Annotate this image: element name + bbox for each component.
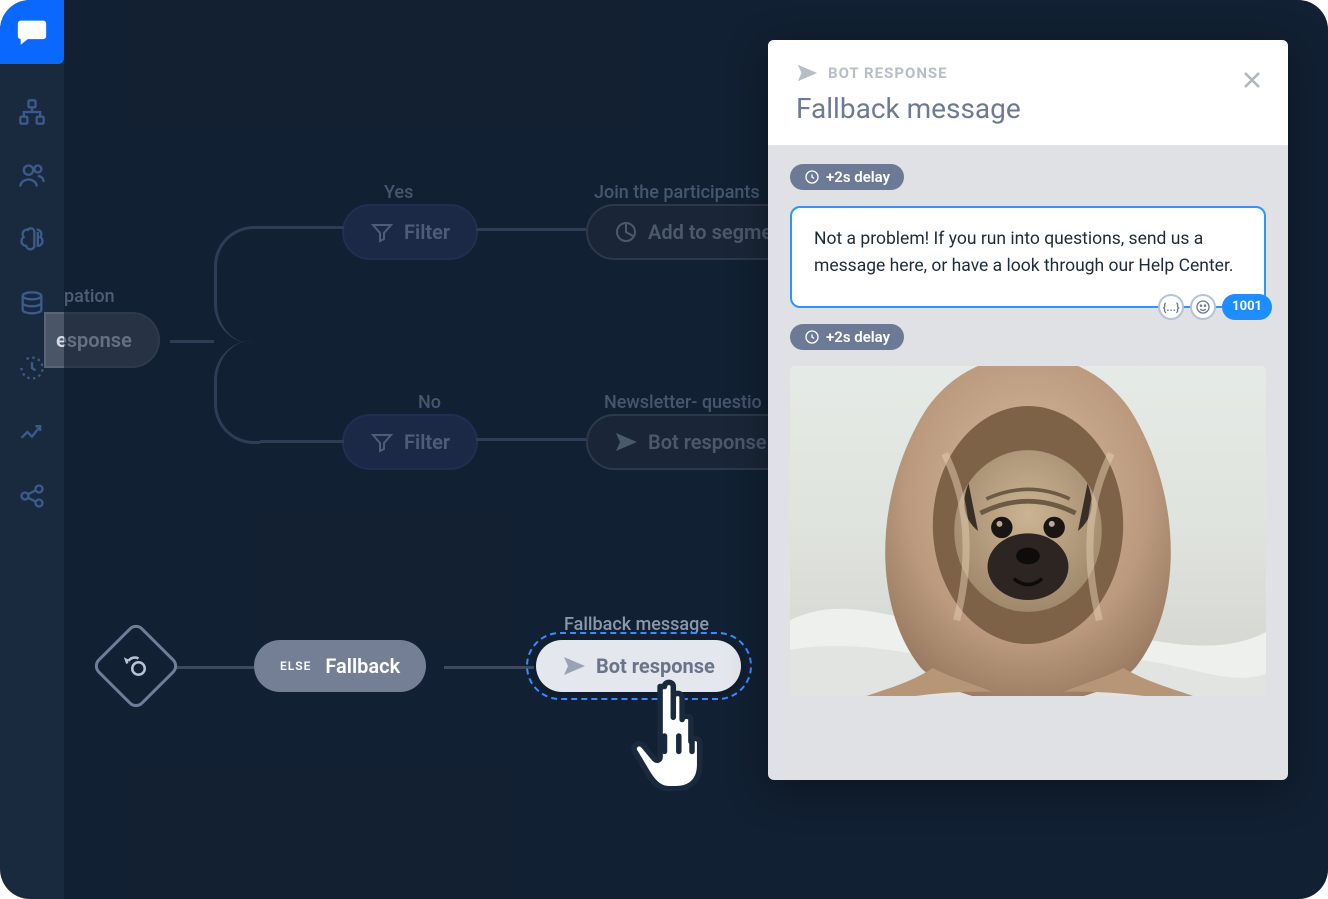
app-frame: pation esponse Yes Filter Join the parti… (0, 0, 1328, 899)
integrations-icon[interactable] (16, 480, 48, 512)
close-button[interactable] (1240, 68, 1268, 96)
message-tools: {...} 1001 (1158, 294, 1272, 320)
analytics-icon[interactable] (16, 416, 48, 448)
image-response[interactable] (790, 366, 1266, 696)
selected-label: Bot response (596, 654, 715, 678)
fallback-start-icon (121, 651, 151, 681)
fallback-node[interactable]: ELSE Fallback (254, 640, 426, 692)
message-text: Not a problem! If you run into questions… (814, 229, 1233, 276)
panel-kicker: BOT RESPONSE (796, 62, 1260, 84)
panel-body: +2s delay Not a problem! If you run into… (768, 146, 1288, 714)
else-tag: ELSE (280, 659, 311, 673)
database-icon[interactable] (16, 288, 48, 320)
send-icon (562, 654, 586, 678)
variable-tool[interactable]: {...} (1158, 294, 1184, 320)
fallback-label: Fallback (325, 654, 400, 678)
app-logo[interactable] (0, 0, 64, 64)
flow-icon[interactable] (16, 96, 48, 128)
pug-image (790, 366, 1266, 696)
char-counter: 1001 (1222, 294, 1272, 320)
brain-icon[interactable] (16, 224, 48, 256)
emoji-icon (1195, 299, 1211, 315)
panel-kicker-text: BOT RESPONSE (828, 64, 948, 82)
sidebar (0, 0, 64, 899)
panel-title: Fallback message (796, 92, 1260, 125)
bot-response-node-selected[interactable]: Bot response (536, 640, 741, 692)
contacts-icon[interactable] (16, 160, 48, 192)
delay-chip-1[interactable]: +2s delay (790, 164, 904, 190)
panel-header: BOT RESPONSE Fallback message (768, 40, 1288, 146)
clock-icon (804, 169, 820, 185)
response-panel: BOT RESPONSE Fallback message +2s delay … (768, 40, 1288, 780)
clock-icon (804, 329, 820, 345)
delay-text: +2s delay (826, 328, 890, 346)
close-icon (1240, 68, 1264, 92)
send-icon (796, 62, 818, 84)
delay-text: +2s delay (826, 168, 890, 186)
message-input[interactable]: Not a problem! If you run into questions… (790, 206, 1266, 308)
emoji-tool[interactable] (1190, 294, 1216, 320)
history-icon[interactable] (16, 352, 48, 384)
delay-chip-2[interactable]: +2s delay (790, 324, 904, 350)
